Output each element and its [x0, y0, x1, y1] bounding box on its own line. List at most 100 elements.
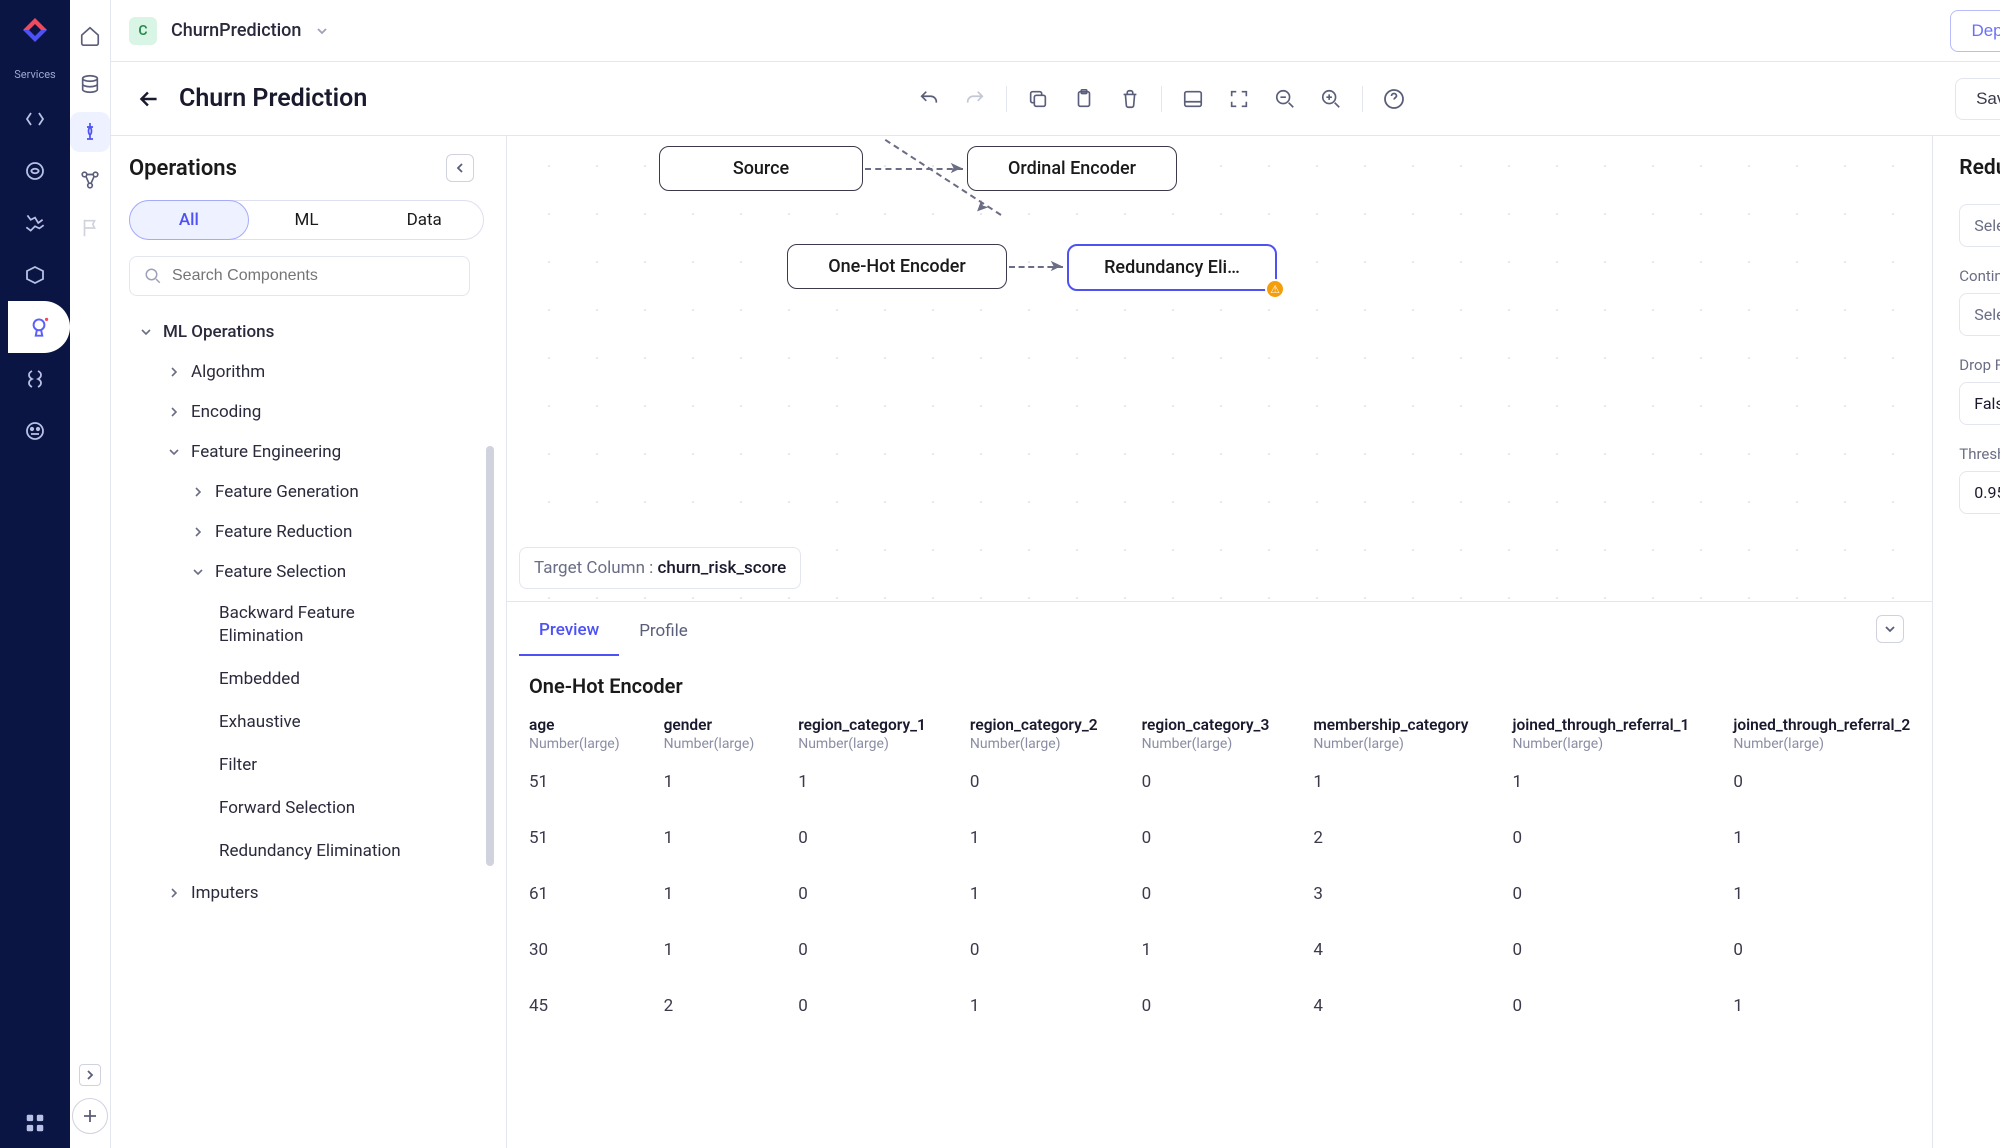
dropfirst-select[interactable]: False — [1959, 382, 2000, 425]
node-redundancy[interactable]: Redundancy Eli…⚠ — [1067, 244, 1277, 291]
node-ordinal[interactable]: Ordinal Encoder — [967, 146, 1177, 191]
paste-icon[interactable] — [1069, 84, 1099, 114]
segment-control: All ML Data — [129, 200, 484, 240]
expand-preview-button[interactable] — [1876, 615, 1904, 643]
table-row: 511010201 — [507, 810, 1932, 866]
tree-algorithm[interactable]: Algorithm — [129, 352, 488, 392]
target-column-chip: Target Column : churn_risk_score — [519, 547, 801, 589]
segment-data[interactable]: Data — [365, 201, 483, 239]
preview-table[interactable]: ageNumber(large)genderNumber(large)regio… — [507, 708, 1932, 1148]
table-row: 301001400 — [507, 922, 1932, 978]
back-arrow-icon[interactable] — [135, 85, 163, 113]
secondary-nav — [70, 0, 111, 1148]
copy-icon[interactable] — [1023, 84, 1053, 114]
tab-profile[interactable]: Profile — [619, 603, 708, 655]
column-header[interactable]: joined_through_referral_2Number(large) — [1711, 708, 1932, 754]
redo-icon[interactable] — [960, 84, 990, 114]
arrow-icon: ➤ — [1049, 256, 1062, 275]
undo-icon[interactable] — [914, 84, 944, 114]
vnav-graph[interactable] — [70, 160, 110, 200]
collapse-panel-button[interactable] — [446, 154, 474, 182]
column-header[interactable]: genderNumber(large) — [642, 708, 777, 754]
tree-filter[interactable]: Filter — [129, 744, 439, 787]
layout-icon[interactable] — [1178, 84, 1208, 114]
canvas-toolbar — [914, 84, 1409, 114]
threshold-label: Threshold — [1959, 445, 2000, 463]
rail-item-1[interactable] — [9, 93, 61, 145]
operations-title: Operations — [129, 156, 237, 181]
operations-tree: ML Operations Algorithm Encoding Feature… — [129, 312, 506, 1148]
segment-all[interactable]: All — [129, 200, 249, 240]
column-header[interactable]: membership_categoryNumber(large) — [1291, 708, 1490, 754]
table-row: 611010301 — [507, 866, 1932, 922]
warning-badge-icon: ⚠ — [1265, 279, 1285, 299]
tree-feature-reduction[interactable]: Feature Reduction — [129, 512, 488, 552]
vnav-pipeline[interactable] — [70, 112, 110, 152]
tree-exhaustive[interactable]: Exhaustive — [129, 701, 439, 744]
preview-tabs: Preview Profile — [507, 601, 1932, 656]
tree-feature-selection[interactable]: Feature Selection — [129, 552, 488, 592]
page-title: Churn Prediction — [179, 84, 367, 113]
rail-item-5-active[interactable] — [8, 301, 70, 353]
vnav-expand[interactable] — [79, 1064, 101, 1086]
search-input[interactable] — [172, 267, 455, 285]
operations-panel: Operations All ML Data ML Operations Alg… — [111, 136, 507, 1148]
rail-item-2[interactable] — [9, 145, 61, 197]
preview-table-title: One-Hot Encoder — [507, 656, 1932, 708]
column-header[interactable]: region_category_1Number(large) — [776, 708, 948, 754]
save-button[interactable]: Save — [1955, 78, 2000, 120]
project-dropdown-icon[interactable] — [315, 24, 329, 38]
fullscreen-icon[interactable] — [1224, 84, 1254, 114]
ops-scrollbar[interactable] — [486, 316, 494, 1148]
zoom-out-icon[interactable] — [1270, 84, 1300, 114]
tree-encoding[interactable]: Encoding — [129, 392, 488, 432]
tree-redundancy[interactable]: Redundancy Elimination — [129, 830, 439, 873]
tree-embedded[interactable]: Embedded — [129, 658, 439, 701]
app-rail: Services — [0, 0, 70, 1148]
zoom-in-icon[interactable] — [1316, 84, 1346, 114]
column-header[interactable]: region_category_3Number(large) — [1120, 708, 1292, 754]
tree-ml-operations[interactable]: ML Operations — [129, 312, 488, 352]
rail-grid-icon[interactable] — [24, 1112, 46, 1134]
segment-ml[interactable]: ML — [248, 201, 366, 239]
vnav-data[interactable] — [70, 64, 110, 104]
node-source[interactable]: Source — [659, 146, 863, 191]
rail-item-7[interactable] — [9, 405, 61, 457]
deploy-button[interactable]: Deploy to Production — [1950, 10, 2000, 52]
properties-panel: Redundancy Elimination Select Column(s) … — [1932, 136, 2000, 1148]
column-header[interactable]: joined_through_referral_1Number(large) — [1490, 708, 1711, 754]
project-name[interactable]: ChurnPrediction — [171, 20, 301, 41]
rail-item-4[interactable] — [9, 249, 61, 301]
arrow-icon: ➤ — [949, 158, 962, 177]
tree-bfe[interactable]: Backward Feature Elimination — [129, 592, 439, 658]
props-title: Redundancy Elimination — [1959, 156, 2000, 180]
tree-feature-engineering[interactable]: Feature Engineering — [129, 432, 488, 472]
tree-feature-generation[interactable]: Feature Generation — [129, 472, 488, 512]
table-row: 452010401 — [507, 978, 1932, 1034]
continuous-label: Continuous Columns — [1959, 267, 2000, 285]
table-row: 511100110 — [507, 754, 1932, 810]
title-row: Churn Prediction Save Save & Close E — [111, 62, 2000, 136]
rail-item-3[interactable] — [9, 197, 61, 249]
vnav-flag[interactable] — [70, 208, 110, 248]
info-icon[interactable] — [1379, 84, 1409, 114]
rail-item-6[interactable] — [9, 353, 61, 405]
delete-icon[interactable] — [1115, 84, 1145, 114]
select-columns-2[interactable]: Select Column(s) — [1959, 293, 2000, 336]
vnav-home[interactable] — [70, 16, 110, 56]
tree-imputers[interactable]: Imputers — [129, 873, 488, 913]
select-columns-1[interactable]: Select Column(s) — [1959, 204, 2000, 247]
vnav-add-button[interactable] — [72, 1098, 108, 1134]
tree-forward[interactable]: Forward Selection — [129, 787, 439, 830]
project-badge: C — [129, 17, 157, 45]
tab-preview[interactable]: Preview — [519, 602, 619, 656]
node-onehot[interactable]: One-Hot Encoder — [787, 244, 1007, 289]
top-bar: C ChurnPrediction Deploy to Production — [111, 0, 2000, 62]
pipeline-canvas[interactable]: Source Ordinal Encoder One-Hot Encoder R… — [507, 136, 1932, 601]
threshold-input[interactable]: 0.95 — [1959, 471, 2000, 514]
column-header[interactable]: ageNumber(large) — [507, 708, 642, 754]
search-input-wrapper[interactable] — [129, 256, 470, 296]
brand-logo — [17, 12, 53, 48]
dropfirst-label: Drop First — [1959, 356, 2000, 374]
column-header[interactable]: region_category_2Number(large) — [948, 708, 1120, 754]
